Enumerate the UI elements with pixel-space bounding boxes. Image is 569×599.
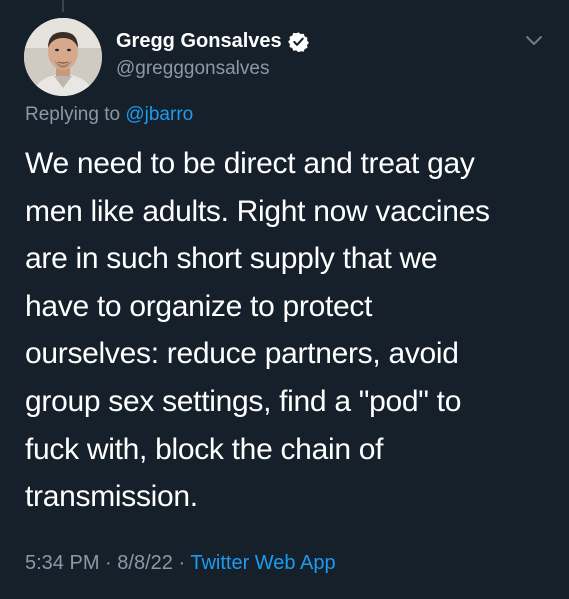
author-display-name[interactable]: Gregg Gonsalves — [116, 30, 282, 53]
author-name-row: Gregg Gonsalves — [116, 30, 309, 53]
chevron-down-icon[interactable] — [524, 34, 544, 48]
avatar[interactable] — [24, 18, 102, 96]
tweet-card: Gregg Gonsalves @gregggonsalves Replying… — [0, 0, 569, 599]
reply-handle-link[interactable]: @jbarro — [125, 104, 193, 125]
tweet-date[interactable]: 8/8/22 — [117, 552, 173, 574]
meta-separator: · — [105, 552, 112, 574]
tweet-meta: 5:34 PM · 8/8/22 · Twitter Web App — [25, 552, 336, 575]
tweet-time[interactable]: 5:34 PM — [25, 552, 99, 574]
meta-separator: · — [178, 552, 186, 574]
tweet-text: We need to be direct and treat gay men l… — [25, 147, 490, 514]
replying-to-label: Replying to — [25, 104, 121, 125]
author-handle[interactable]: @gregggonsalves — [116, 58, 269, 80]
avatar-photo-icon — [24, 18, 102, 96]
tweet-source-link[interactable]: Twitter Web App — [190, 552, 335, 574]
replying-to: Replying to @jbarro — [25, 104, 193, 126]
verified-badge-icon — [287, 31, 309, 53]
